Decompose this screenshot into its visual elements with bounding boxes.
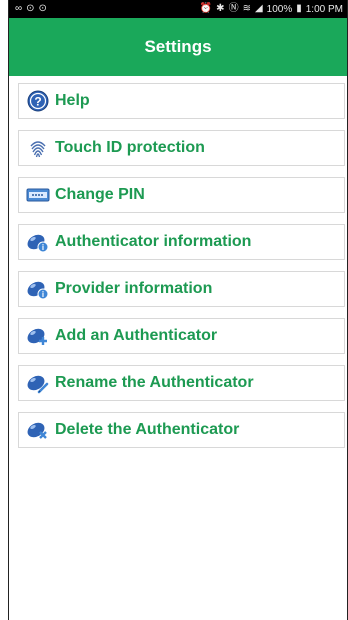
menu-item-label: Delete the Authenticator (55, 421, 240, 438)
rename-authenticator-icon (25, 372, 51, 394)
menu-item-label: Help (55, 92, 90, 109)
status-right: ⏰ ✱ Ⓝ ≋ ◢ 100% ▮ 1:00 PM (200, 4, 343, 15)
menu-item-label: Change PIN (55, 186, 145, 203)
menu-item-help[interactable]: ? Help (18, 83, 345, 119)
settings-list: ? Help Touch ID protection Change PIN i … (9, 76, 347, 448)
status-bar: ∞ ⊙ ⊙ ⏰ ✱ Ⓝ ≋ ◢ 100% ▮ 1:00 PM (9, 0, 347, 18)
menu-item-change-pin[interactable]: Change PIN (18, 177, 345, 213)
svg-text:i: i (42, 243, 44, 252)
authenticator-info-icon: i (25, 231, 51, 253)
page-title: Settings (144, 37, 212, 56)
svg-text:i: i (42, 290, 44, 299)
menu-item-provider-info[interactable]: i Provider information (18, 271, 345, 307)
provider-info-icon: i (25, 278, 51, 300)
help-icon: ? (25, 90, 51, 112)
battery-icon: ▮ (296, 3, 302, 14)
menu-item-label: Touch ID protection (55, 139, 205, 156)
menu-item-label: Provider information (55, 280, 213, 297)
shield-icon: ⊙ (26, 3, 35, 14)
voicemail-icon: ∞ (15, 3, 23, 14)
status-left: ∞ ⊙ ⊙ (15, 4, 47, 14)
fingerprint-icon (25, 137, 51, 159)
menu-item-rename-authenticator[interactable]: Rename the Authenticator (18, 365, 345, 401)
menu-item-touch-id[interactable]: Touch ID protection (18, 130, 345, 166)
nfc-icon: Ⓝ (228, 3, 239, 14)
menu-item-label: Add an Authenticator (55, 327, 218, 344)
clock: 1:00 PM (305, 3, 343, 15)
delete-authenticator-icon (25, 419, 51, 441)
wifi-icon: ≋ (242, 3, 251, 14)
svg-text:?: ? (34, 95, 41, 109)
menu-item-label: Authenticator information (55, 233, 252, 250)
battery-percent: 100% (266, 3, 293, 15)
app-bar: Settings (9, 18, 347, 76)
alarm-icon: ⏰ (199, 3, 213, 14)
shield-icon: ⊙ (38, 3, 47, 14)
bluetooth-icon: ✱ (216, 3, 225, 14)
menu-item-label: Rename the Authenticator (55, 374, 254, 391)
phone-screen: ∞ ⊙ ⊙ ⏰ ✱ Ⓝ ≋ ◢ 100% ▮ 1:00 PM Settings … (8, 0, 348, 620)
add-authenticator-icon (25, 325, 51, 347)
pin-keypad-icon (25, 184, 51, 206)
menu-item-add-authenticator[interactable]: Add an Authenticator (18, 318, 345, 354)
menu-item-delete-authenticator[interactable]: Delete the Authenticator (18, 412, 345, 448)
signal-icon: ◢ (254, 3, 263, 14)
menu-item-authenticator-info[interactable]: i Authenticator information (18, 224, 345, 260)
